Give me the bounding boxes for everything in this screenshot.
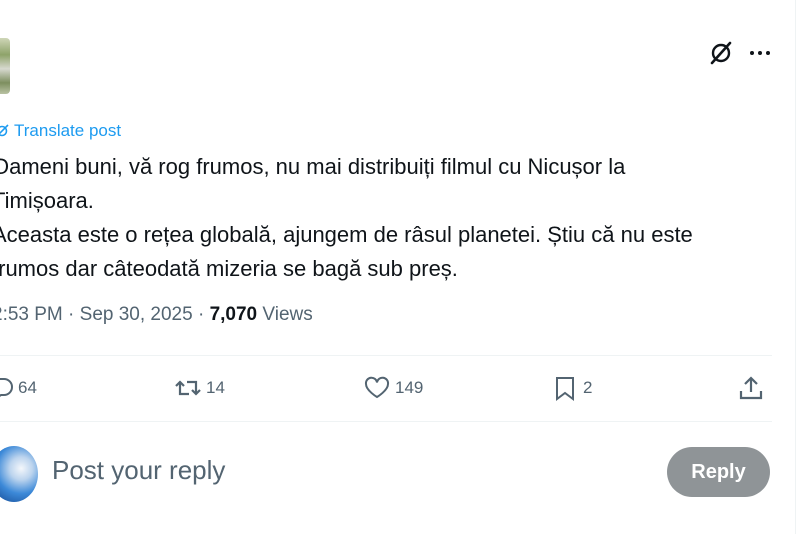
repost-icon xyxy=(175,380,201,396)
post-text-line: frumos dar câteodată mizeria se bagă sub… xyxy=(0,256,458,281)
share-icon xyxy=(739,376,763,400)
views-count: 7,070 xyxy=(209,304,258,325)
reply-icon xyxy=(0,378,13,397)
post-text-line: Timișoara. xyxy=(0,188,94,213)
grok-icon[interactable] xyxy=(708,40,734,66)
reply-action[interactable]: 64 xyxy=(0,372,37,404)
more-icon[interactable] xyxy=(748,44,772,62)
reply-count: 64 xyxy=(18,378,37,397)
post-metadata: 2:53 PM · Sep 30, 2025 · 7,070 Views xyxy=(0,304,313,326)
divider xyxy=(0,355,772,356)
like-icon xyxy=(364,376,390,399)
repost-count: 14 xyxy=(206,378,225,397)
reply-input[interactable]: Post your reply xyxy=(52,455,225,486)
column-border xyxy=(795,0,796,534)
views-label: Views xyxy=(257,304,313,325)
post-text-line: Aceasta este o rețea globală, ajungem de… xyxy=(0,222,693,247)
post-timestamp[interactable]: 2:53 PM · Sep 30, 2025 · xyxy=(0,304,210,325)
divider xyxy=(0,421,772,422)
translate-post-link[interactable]: Translate post xyxy=(14,121,121,141)
bookmark-icon xyxy=(556,377,574,401)
bookmark-action[interactable]: 2 xyxy=(551,372,592,404)
like-count: 149 xyxy=(395,378,424,397)
translate-icon xyxy=(0,124,9,137)
translate-row[interactable]: Translate post xyxy=(0,120,121,142)
share-action[interactable] xyxy=(737,372,765,404)
reply-button[interactable]: Reply xyxy=(667,447,770,497)
post-text-line: Oameni buni, vă rog frumos, nu mai distr… xyxy=(0,154,626,179)
user-avatar[interactable] xyxy=(0,446,38,502)
bookmark-count: 2 xyxy=(583,378,593,397)
author-avatar[interactable] xyxy=(0,38,10,94)
repost-action[interactable]: 14 xyxy=(174,372,225,404)
like-action[interactable]: 149 xyxy=(363,372,423,404)
post-text: Oameni buni, vă rog frumos, nu mai distr… xyxy=(0,150,792,286)
